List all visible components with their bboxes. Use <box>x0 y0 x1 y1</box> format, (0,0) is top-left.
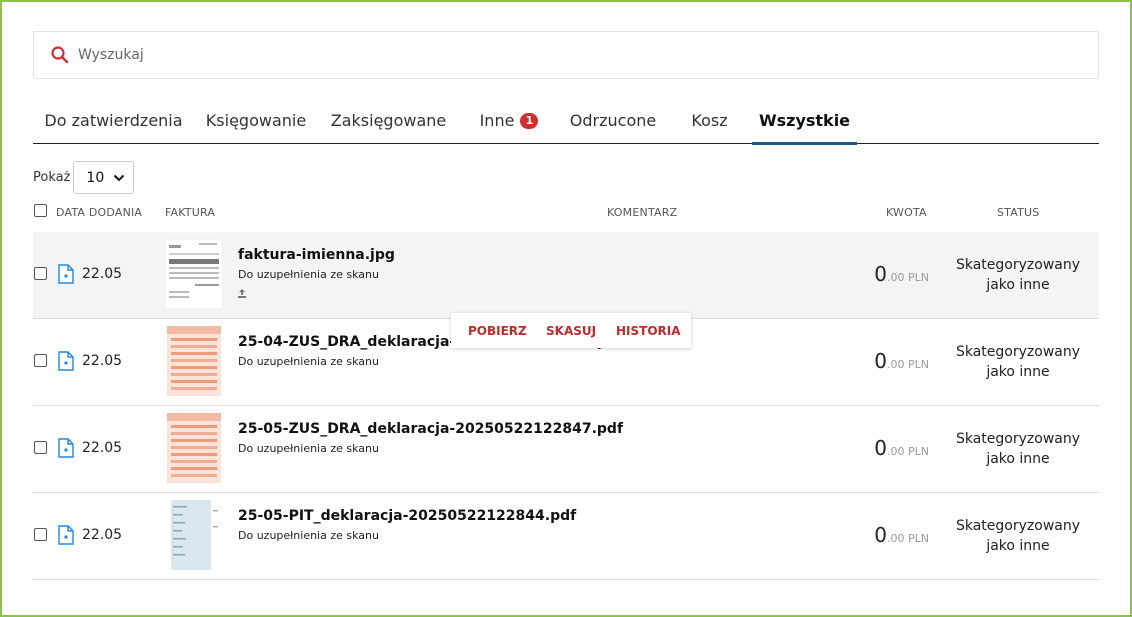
row-actions-menu: POBIERZ SKASUJ HISTORIA <box>451 313 691 348</box>
search-bar[interactable] <box>33 31 1099 79</box>
status-text: Skategoryzowany jako inne <box>955 431 1081 467</box>
table-row[interactable]: 22.05 25-05-PIT_deklaracja-2025052212284… <box>33 493 1099 580</box>
column-invoice: FAKTURA <box>165 206 216 219</box>
tab-wszystkie[interactable]: Wszystkie <box>752 98 857 145</box>
history-button[interactable]: HISTORIA <box>616 324 681 338</box>
file-name[interactable]: faktura-imienna.jpg <box>238 247 395 263</box>
row-date: 22.05 <box>82 353 123 369</box>
file-subtitle: Do uzupełnienia ze skanu <box>238 355 379 368</box>
tab-label: Wszystkie <box>758 111 851 130</box>
table-header: DATA DODANIA FAKTURA KOMENTARZ KWOTA STA… <box>33 200 1099 230</box>
download-button[interactable]: POBIERZ <box>468 324 546 338</box>
chevron-down-icon <box>114 174 125 181</box>
tab-bar: Do zatwierdzenia Księgowanie Zaksięgowan… <box>33 98 1099 145</box>
document-icon <box>58 264 74 284</box>
row-checkbox[interactable] <box>34 267 47 280</box>
amount: 0.00 PLN <box>874 523 929 547</box>
amount-integer: 0 <box>874 523 888 547</box>
row-date: 22.05 <box>82 266 123 282</box>
invoice-thumbnail[interactable] <box>165 500 223 570</box>
tab-inne[interactable]: Inne 1 <box>459 98 559 143</box>
amount-integer: 0 <box>874 262 888 286</box>
amount-integer: 0 <box>874 436 888 460</box>
tab-kosz[interactable]: Kosz <box>667 98 752 143</box>
page-size-label: Pokaż <box>33 170 71 185</box>
tab-zaksiegowane[interactable]: Zaksięgowane <box>318 98 459 143</box>
page-size-select[interactable]: 10 <box>73 161 135 194</box>
count-badge: 1 <box>520 112 539 129</box>
amount-decimal: .00 PLN <box>887 271 929 284</box>
status-text: Skategoryzowany jako inne <box>955 257 1081 293</box>
document-icon <box>58 438 74 458</box>
file-subtitle: Do uzupełnienia ze skanu <box>238 529 379 542</box>
row-date: 22.05 <box>82 527 123 543</box>
tab-label: Kosz <box>691 111 728 130</box>
search-input[interactable] <box>78 47 978 63</box>
file-subtitle: Do uzupełnienia ze skanu <box>238 268 379 281</box>
tab-do-zatwierdzenia[interactable]: Do zatwierdzenia <box>33 98 194 143</box>
row-checkbox[interactable] <box>34 354 47 367</box>
delete-button[interactable]: SKASUJ <box>546 324 616 338</box>
row-date: 22.05 <box>82 440 123 456</box>
file-name[interactable]: 25-05-ZUS_DRA_deklaracja-20250522122847.… <box>238 421 623 437</box>
tab-label: Do zatwierdzenia <box>44 111 183 130</box>
amount-decimal: .00 PLN <box>887 445 929 458</box>
search-icon <box>51 46 69 64</box>
tab-label: Zaksięgowane <box>330 111 447 130</box>
document-icon <box>58 351 74 371</box>
upload-icon <box>238 289 246 298</box>
column-amount: KWOTA <box>886 206 927 219</box>
tab-odrzucone[interactable]: Odrzucone <box>559 98 667 143</box>
invoice-thumbnail[interactable] <box>165 413 223 483</box>
page-size-value: 10 <box>86 169 105 186</box>
table-row[interactable]: 22.05 faktura-imienna.jpg Do uzupełnieni… <box>33 232 1099 319</box>
column-date: DATA DODANIA <box>56 206 143 219</box>
invoice-thumbnail[interactable] <box>165 239 223 309</box>
status-text: Skategoryzowany jako inne <box>955 518 1081 554</box>
document-icon <box>58 525 74 545</box>
amount-decimal: .00 PLN <box>887 358 929 371</box>
tab-ksiegowanie[interactable]: Księgowanie <box>194 98 318 143</box>
column-comment: KOMENTARZ <box>607 206 678 219</box>
page-size-control: Pokaż 10 <box>33 161 135 194</box>
amount: 0.00 PLN <box>874 436 929 460</box>
file-name[interactable]: 25-05-PIT_deklaracja-20250522122844.pdf <box>238 508 576 524</box>
status-text: Skategoryzowany jako inne <box>955 344 1081 380</box>
file-subtitle: Do uzupełnienia ze skanu <box>238 442 379 455</box>
invoice-thumbnail[interactable] <box>165 326 223 396</box>
tab-label: Księgowanie <box>205 111 307 130</box>
amount: 0.00 PLN <box>874 349 929 373</box>
select-all-checkbox[interactable] <box>34 204 47 217</box>
row-checkbox[interactable] <box>34 441 47 454</box>
amount-integer: 0 <box>874 349 888 373</box>
amount: 0.00 PLN <box>874 262 929 286</box>
amount-decimal: .00 PLN <box>887 532 929 545</box>
row-checkbox[interactable] <box>34 528 47 541</box>
tab-label: Inne <box>479 111 515 130</box>
table-row[interactable]: 22.05 25-05-ZUS_DRA_deklaracja-202505221… <box>33 406 1099 493</box>
column-status: STATUS <box>997 206 1040 219</box>
tab-label: Odrzucone <box>569 111 657 130</box>
